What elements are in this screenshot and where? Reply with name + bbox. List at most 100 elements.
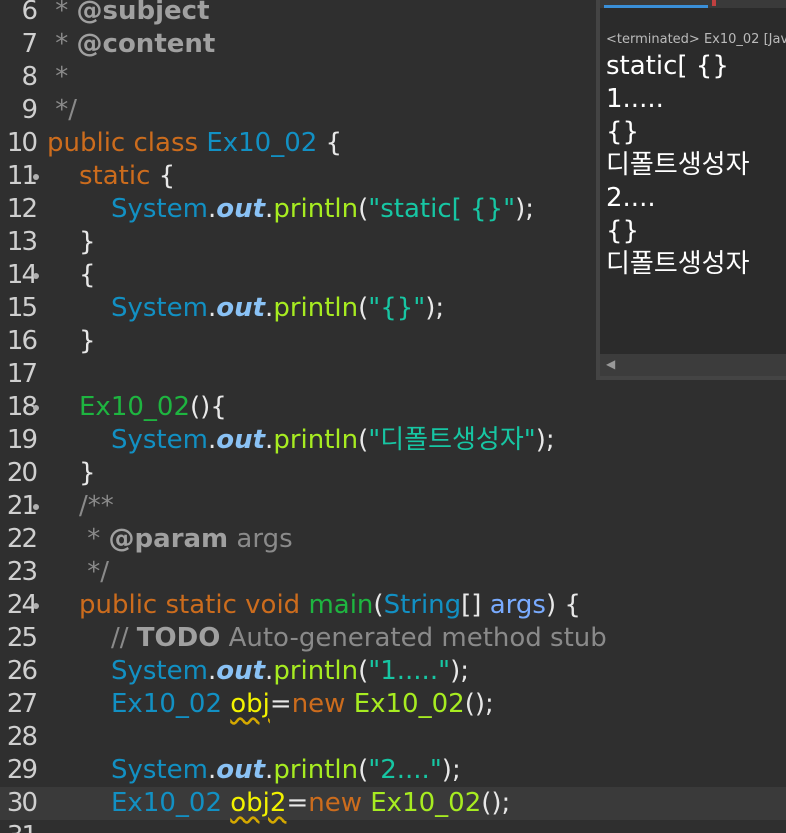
console-output-line: {} [606, 216, 640, 246]
fold-toggle-icon[interactable] [33, 603, 39, 609]
code-token: System [111, 656, 208, 686]
code-token: /** [79, 491, 114, 521]
line-number: 21 [6, 491, 38, 521]
code-token: out [216, 755, 266, 785]
code-token: { [79, 260, 96, 290]
code-token: System [111, 755, 208, 785]
line-number: 23 [6, 557, 38, 587]
line-number: 16 [6, 326, 38, 356]
code-token: obj [230, 689, 270, 719]
code-line[interactable]: 23 */ [0, 556, 786, 589]
code-token: ( [358, 656, 369, 686]
code-line[interactable]: 21 /** [0, 490, 786, 523]
line-number: 19 [6, 425, 38, 455]
code-text: System.out.println("{}"); [111, 292, 444, 325]
code-text: static { [79, 160, 175, 193]
code-token: static [79, 161, 151, 191]
code-token: { [150, 161, 176, 191]
code-line[interactable]: 22 * @param args [0, 523, 786, 556]
code-line[interactable]: 19 System.out.println("디폴트생성자"); [0, 424, 786, 457]
code-token: [] [461, 590, 490, 620]
code-token: * [47, 62, 69, 92]
code-token: * [47, 29, 77, 59]
code-token: public class [47, 128, 207, 158]
code-token: = [286, 788, 309, 818]
code-token: Ex10_02 [353, 689, 465, 719]
code-token: System [111, 293, 208, 323]
code-text: System.out.println("static[ {}"); [111, 193, 534, 226]
code-token: { [317, 128, 343, 158]
code-token: "2...." [368, 755, 442, 785]
code-token: @subject [76, 0, 210, 26]
code-token: (); [464, 689, 494, 719]
line-number: 12 [6, 194, 38, 224]
code-token: Ex10_02 [111, 689, 231, 719]
line-number: 8 [21, 62, 38, 92]
triangle-left-icon[interactable]: ◀ [606, 357, 615, 371]
code-token: ); [450, 656, 469, 686]
code-token: ); [425, 293, 445, 323]
line-number: 30 [6, 788, 38, 818]
code-token: TODO [136, 623, 221, 653]
code-token: ) { [545, 590, 581, 620]
code-line[interactable]: 27 Ex10_02 obj=new Ex10_02(); [0, 688, 786, 721]
console-horizontal-scrollbar[interactable]: ◀ [600, 354, 786, 376]
fold-toggle-icon[interactable] [33, 504, 39, 510]
code-line[interactable]: 25 // TODO Auto-generated method stub [0, 622, 786, 655]
line-number: 25 [6, 623, 38, 653]
code-token: println [273, 425, 359, 455]
code-text: public static void main(String[] args) { [79, 589, 581, 622]
code-token: * [79, 524, 109, 554]
code-text: Ex10_02 obj2=new Ex10_02(); [111, 787, 510, 820]
code-token: new [308, 788, 371, 818]
line-number: 31 [0, 820, 38, 833]
code-token: Auto-generated method stub [220, 623, 607, 653]
console-output-line: 디폴트생성자 [606, 249, 750, 279]
code-token: ( [358, 755, 369, 785]
code-line[interactable]: 20} [0, 457, 786, 490]
code-text: { [79, 259, 96, 292]
line-number: 7 [21, 29, 38, 59]
console-tab-bar[interactable] [600, 0, 786, 8]
code-token: main [308, 590, 374, 620]
line-number: 15 [6, 293, 38, 323]
code-token: println [273, 755, 359, 785]
line-number: 11 [6, 161, 38, 191]
console-view[interactable]: <terminated> Ex10_02 [Jav static[ {} 1...… [596, 0, 786, 380]
line-number: 10 [6, 128, 38, 158]
fold-toggle-icon[interactable] [33, 273, 39, 279]
code-token: */ [79, 557, 110, 587]
code-token: System [111, 425, 208, 455]
code-token: "1....." [368, 656, 451, 686]
code-line[interactable]: 29 System.out.println("2...."); [0, 754, 786, 787]
close-icon[interactable] [712, 0, 716, 6]
code-line[interactable]: 31 [0, 820, 786, 833]
code-line[interactable]: 26 System.out.println("1....."); [0, 655, 786, 688]
code-token: // [111, 623, 137, 653]
line-number: 26 [6, 656, 38, 686]
console-tab-active-indicator [604, 5, 708, 8]
fold-toggle-icon[interactable] [33, 405, 39, 411]
code-line[interactable]: 30 Ex10_02 obj2=new Ex10_02(); [0, 787, 786, 820]
code-token: "디폴트생성자" [368, 425, 536, 455]
code-token: . [207, 194, 217, 224]
code-line[interactable]: 24 public static void main(String[] args)… [0, 589, 786, 622]
code-token: out [216, 656, 266, 686]
code-token: ); [535, 425, 555, 455]
console-output-line: static[ {} [606, 51, 729, 81]
code-line[interactable]: 28 [0, 721, 786, 754]
fold-toggle-icon[interactable] [33, 174, 39, 180]
code-token: . [207, 293, 217, 323]
code-text: System.out.println("2...."); [111, 754, 461, 787]
code-token: = [269, 689, 292, 719]
code-token: (); [481, 788, 511, 818]
code-token: out [216, 293, 266, 323]
line-number: 6 [21, 0, 38, 26]
code-line[interactable]: 18 Ex10_02(){ [0, 391, 786, 424]
line-number: 24 [6, 590, 38, 620]
code-text: // TODO Auto-generated method stub [111, 622, 607, 655]
code-token: println [273, 293, 359, 323]
code-token: . [207, 656, 217, 686]
code-token: Ex10_02 [111, 788, 231, 818]
code-token: System [111, 194, 208, 224]
